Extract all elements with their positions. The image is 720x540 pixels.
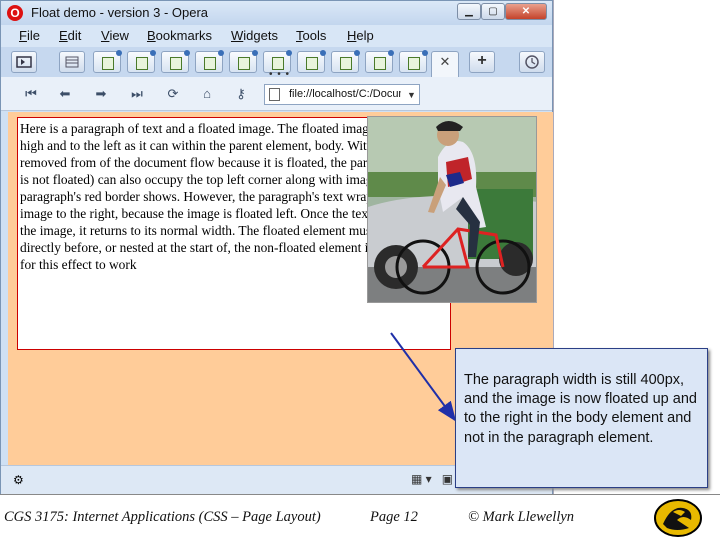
rewind-button[interactable]: ⏮ [17,83,45,105]
menu-tools[interactable]: Tools [296,28,326,43]
back-icon: ⬅ [59,86,71,101]
reload-icon: ⟳ [167,86,179,101]
key-icon: ⚷ [236,86,246,101]
callout-text: The paragraph width is still 400px, and … [464,372,697,446]
browser-tab[interactable] [127,50,156,73]
panel-icon [16,56,32,68]
tab-indicator-icon [320,50,326,56]
footer-copyright: © Mark Llewellyn [468,509,575,525]
tab-indicator-icon [286,50,292,56]
panel-toggle-button[interactable] [11,51,37,73]
rewind-icon: ⏮ [25,86,37,101]
home-button[interactable]: ⌂ [193,83,221,105]
footer-course: CGS 3175: Internet Applications (CSS – P… [4,509,321,525]
window-title: Float demo - version 3 - Opera [31,5,209,20]
new-tab-button[interactable]: + [469,51,495,73]
fast-forward-icon: ⏭ [131,86,143,101]
menu-help[interactable]: Help [347,28,374,43]
menu-bar: File Edit View Bookmarks Widgets Tools H… [1,25,552,47]
tab-overview-button[interactable] [59,51,85,73]
tab-indicator-icon [150,50,156,56]
callout-box: The paragraph width is still 400px, and … [455,348,708,488]
browser-tab[interactable] [161,50,190,73]
tab-indicator-icon [422,50,428,56]
browser-tab[interactable] [331,50,360,73]
footer-page-number: Page 12 [370,509,418,525]
opera-logo-icon: O [7,5,23,21]
address-field[interactable]: file://localhost/C:/Documents ▼ [264,84,420,105]
grid-icon [65,56,79,68]
tab-indicator-icon [388,50,394,56]
wand-button[interactable]: ⚷ [227,83,255,105]
navigation-bar: ⏮ ⬅ ➡ ⏭ ⟳ ⌂ ⚷ file://localhost/C:/Docume… [1,77,552,111]
forward-button[interactable]: ➡ [87,83,115,105]
tab-indicator-icon [252,50,258,56]
speed-dial-icon[interactable]: ⚙ [13,473,29,487]
menu-widgets[interactable]: Widgets [231,28,278,43]
home-icon: ⌂ [203,86,211,101]
tab-indicator-icon [116,50,122,56]
page-icon [269,88,280,101]
active-tab-close-button[interactable]: ✕ [431,51,459,77]
menu-view[interactable]: View [101,28,129,43]
slide-footer: CGS 3175: Internet Applications (CSS – P… [0,494,720,540]
address-text: file://localhost/C:/Documents [289,88,401,100]
reload-button[interactable]: ⟳ [159,83,187,105]
tab-indicator-icon [354,50,360,56]
maximize-button[interactable]: ▢ [481,3,505,20]
browser-tab[interactable] [229,50,258,73]
trash-button[interactable] [519,51,545,73]
chevron-down-icon[interactable]: ▼ [407,90,416,100]
tab-indicator-icon [218,50,224,56]
tab-indicator-icon [184,50,190,56]
browser-tab[interactable] [297,50,326,73]
close-button[interactable]: ✕ [505,3,547,20]
cyclist-photo [367,116,537,303]
browser-tab[interactable] [93,50,122,73]
minimize-button[interactable]: ▁ [457,3,481,20]
forward-icon: ➡ [95,86,107,101]
menu-file[interactable]: File [19,28,40,43]
menu-edit[interactable]: Edit [59,28,81,43]
browser-tab[interactable] [399,50,428,73]
fast-forward-button[interactable]: ⏭ [123,83,151,105]
browser-tab[interactable] [365,50,394,73]
cyclist-image [368,117,536,302]
back-button[interactable]: ⬅ [51,83,79,105]
ucf-pegasus-logo [654,499,702,537]
title-bar: O Float demo - version 3 - Opera ▁ ▢ ✕ [1,1,552,25]
browser-tab[interactable] [195,50,224,73]
menu-bookmarks[interactable]: Bookmarks [147,28,212,43]
closed-tabs-icon [525,55,539,69]
view-icons[interactable]: ▦ ▾ ▣ [411,472,453,486]
